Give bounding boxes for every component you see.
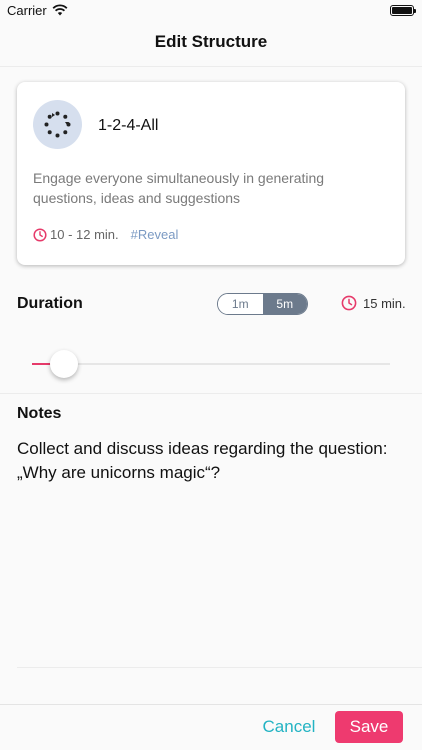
notes-divider <box>17 667 422 668</box>
cancel-button[interactable]: Cancel <box>255 712 323 742</box>
clock-icon <box>341 295 357 311</box>
clock-icon <box>33 227 47 242</box>
notes-label: Notes <box>17 405 62 422</box>
carrier-label: Carrier <box>7 3 47 18</box>
nav-divider <box>0 66 422 67</box>
wifi-icon <box>52 4 68 16</box>
structure-card[interactable]: 1-2-4-All Engage everyone simultaneously… <box>17 82 405 265</box>
battery-icon <box>390 5 416 16</box>
segment-1m[interactable]: 1m <box>218 294 263 314</box>
notes-text-field[interactable]: Collect and discuss ideas regarding the … <box>17 437 397 485</box>
segment-5m[interactable]: 5m <box>262 294 307 314</box>
status-bar: Carrier <box>0 0 422 22</box>
structure-description: Engage everyone simultaneously in genera… <box>33 170 325 206</box>
duration-slider[interactable] <box>32 350 390 378</box>
slider-thumb[interactable] <box>50 350 79 378</box>
page-title: Edit Structure <box>154 32 268 51</box>
total-duration-value: 15 min. <box>363 295 406 311</box>
duration-segmented-control[interactable]: 1m 5m <box>217 293 308 315</box>
slider-track[interactable] <box>32 363 390 365</box>
total-duration: 15 min. <box>341 295 406 311</box>
structure-time: 10 - 12 min. <box>50 227 119 242</box>
structure-meta: 10 - 12 min. #Reveal <box>33 227 178 242</box>
circle-of-dots-icon <box>33 100 82 149</box>
footer-divider <box>0 704 422 705</box>
structure-title: 1-2-4-All <box>98 117 159 134</box>
section-divider <box>0 393 422 394</box>
duration-label: Duration <box>17 295 83 312</box>
save-button[interactable]: Save <box>335 711 403 743</box>
structure-tag[interactable]: #Reveal <box>131 227 179 242</box>
